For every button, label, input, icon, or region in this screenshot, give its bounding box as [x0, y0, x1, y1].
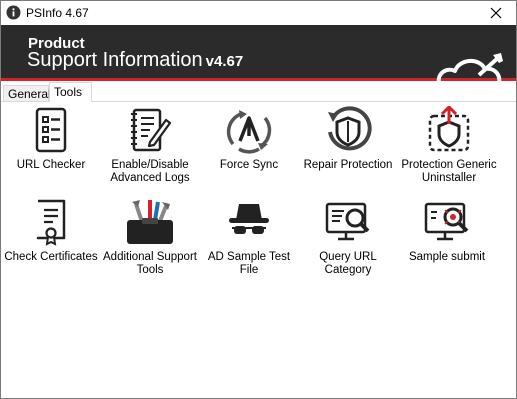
query-url-category-label: Query URL Category [319, 251, 377, 276]
toolbox-icon [127, 200, 173, 244]
additional-tools-label: Additional Support Tools [103, 251, 197, 276]
repair-shield-icon [328, 106, 372, 151]
checklist-icon [35, 107, 67, 153]
protection-uninstaller-label: Protection Generic Uninstaller [401, 159, 497, 184]
product-banner: Product Support Information v4.67 [1, 25, 516, 101]
check-certificates-button[interactable]: Check Certificates [1, 198, 101, 264]
app-info-icon [6, 5, 21, 20]
force-sync-button[interactable]: Force Sync [199, 106, 299, 172]
banner-title: Support Information v4.67 [27, 49, 243, 72]
banner-title-text: Support Information [27, 49, 203, 71]
spy-icon [229, 204, 269, 234]
sample-submit-label: Sample submit [408, 251, 486, 263]
additional-tools-button[interactable]: Additional Support Tools [100, 198, 200, 277]
advanced-logs-button[interactable]: Enable/Disable Advanced Logs [100, 106, 200, 185]
tab-general[interactable]: General [3, 85, 51, 101]
uninstall-shield-icon [428, 106, 470, 152]
sample-submit-button[interactable]: Sample submit [397, 198, 497, 264]
url-checker-label: URL Checker [16, 159, 86, 171]
certificate-icon [36, 199, 66, 246]
repair-protection-label: Repair Protection [303, 159, 393, 171]
url-checker-button[interactable]: URL Checker [1, 106, 101, 172]
tab-tools[interactable]: Tools [49, 82, 92, 102]
title-bar[interactable]: PSInfo 4.67 [1, 1, 516, 25]
app-window: PSInfo 4.67 Product Support Information v… [0, 0, 517, 399]
repair-protection-button[interactable]: Repair Protection [298, 106, 398, 172]
ad-sample-test-file-label: AD Sample Test File [207, 251, 291, 276]
check-certificates-label: Check Certificates [4, 251, 98, 263]
close-button[interactable] [476, 1, 516, 25]
tools-panel: URL Checker Enable/Disable Advanced Logs… [1, 102, 516, 398]
monitor-bug-icon [424, 202, 469, 241]
sync-icon [226, 110, 272, 154]
force-sync-label: Force Sync [219, 159, 279, 171]
tab-bar: General Tools [1, 81, 516, 102]
protection-uninstaller-button[interactable]: Protection Generic Uninstaller [397, 106, 501, 185]
banner-version: v4.67 [205, 53, 244, 70]
ad-sample-test-file-button[interactable]: AD Sample Test File [199, 198, 299, 277]
query-url-category-button[interactable]: Query URL Category [298, 198, 398, 277]
monitor-search-icon [325, 202, 370, 241]
window-title: PSInfo 4.67 [26, 6, 89, 20]
advanced-logs-label: Enable/Disable Advanced Logs [110, 159, 190, 184]
close-icon [490, 7, 502, 19]
log-edit-icon [131, 108, 172, 152]
